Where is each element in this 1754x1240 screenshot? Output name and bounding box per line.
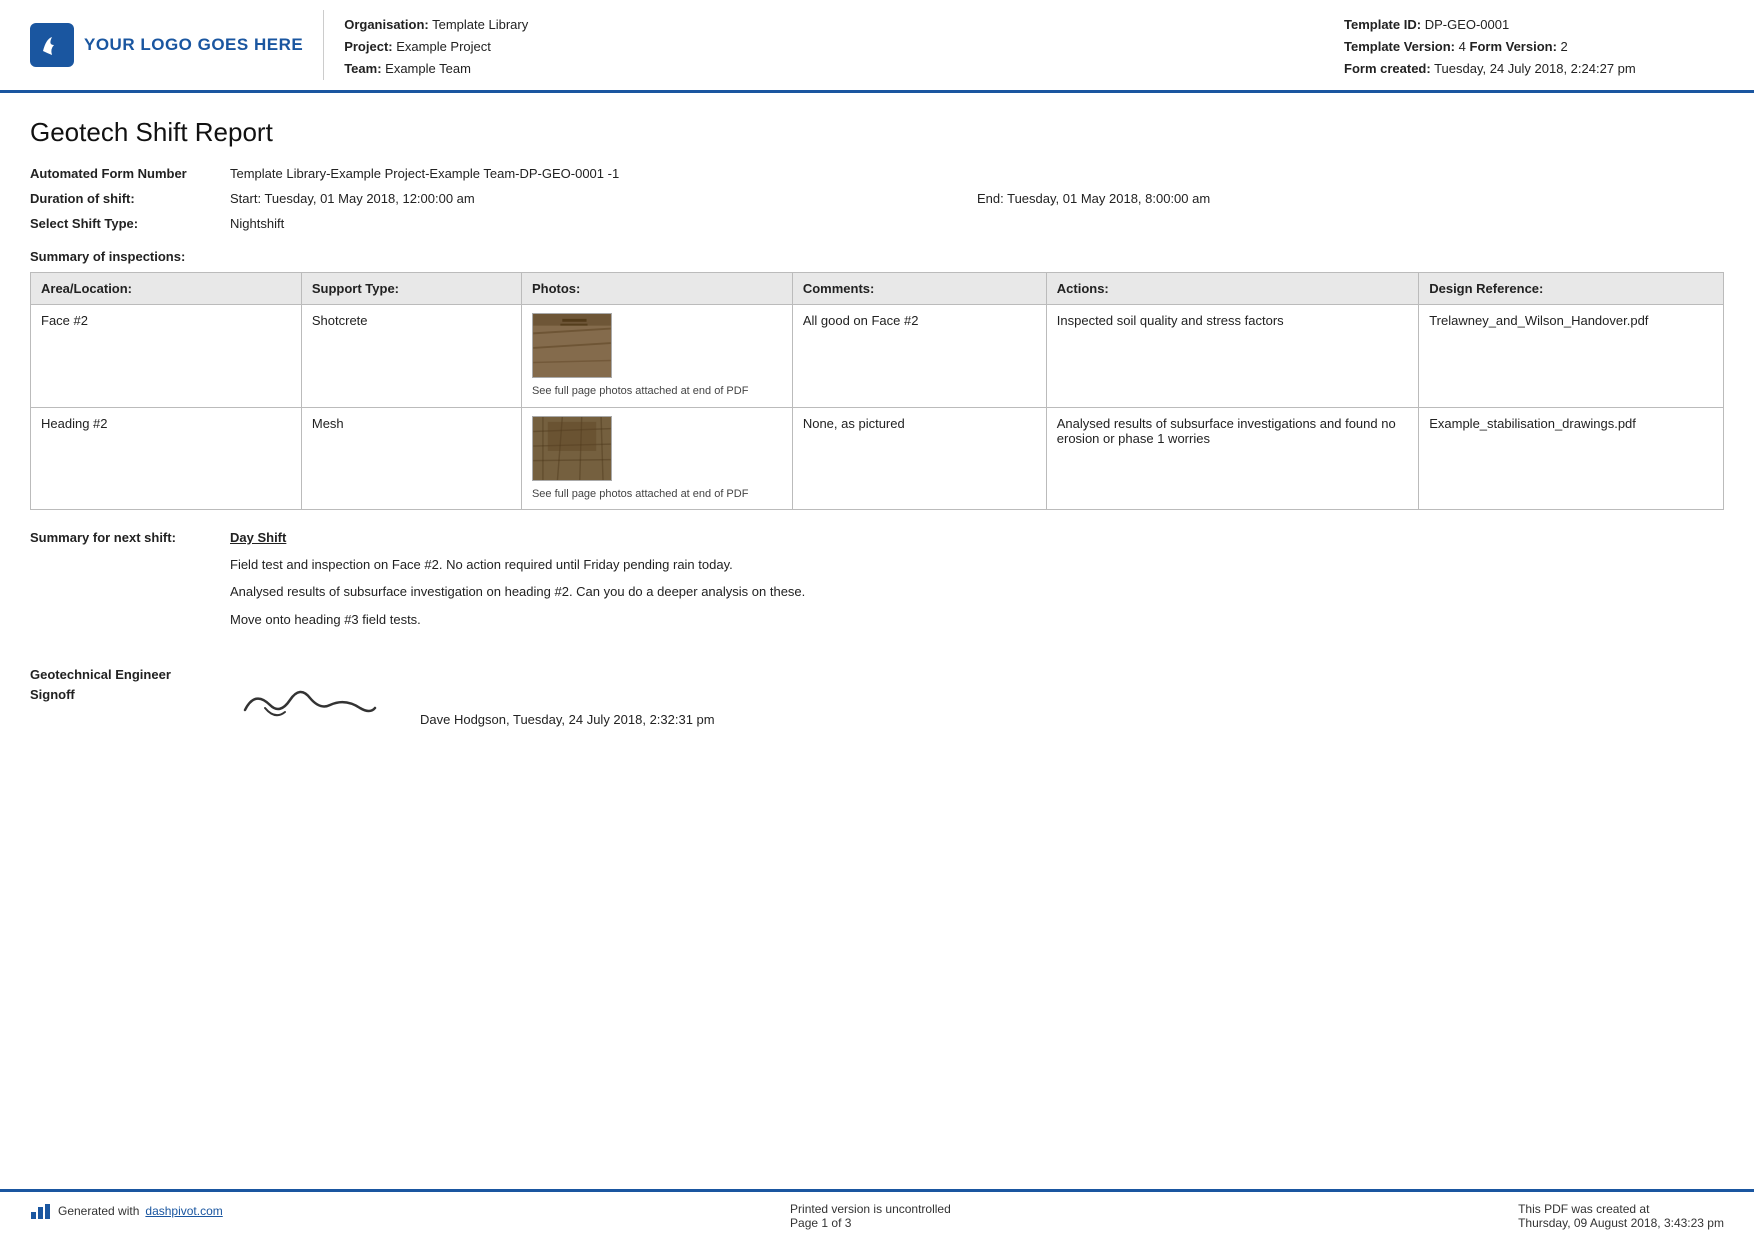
- project-row: Project: Example Project: [344, 36, 1344, 58]
- next-shift-row: Summary for next shift: Day Shift Field …: [30, 530, 1724, 638]
- header-meta-right: Template ID: DP-GEO-0001 Template Versio…: [1344, 14, 1724, 80]
- photo-container-1: See full page photos attached at end of …: [532, 313, 782, 398]
- duration-label: Duration of shift:: [30, 191, 230, 206]
- inspections-table: Area/Location: Support Type: Photos: Com…: [30, 272, 1724, 510]
- photo-caption-1: See full page photos attached at end of …: [532, 384, 748, 398]
- table-row: Heading #2 Mesh: [31, 407, 1724, 509]
- duration-end: End: Tuesday, 01 May 2018, 8:00:00 am: [977, 191, 1724, 206]
- comments-cell-2: None, as pictured: [792, 407, 1046, 509]
- footer-link[interactable]: dashpivot.com: [145, 1204, 222, 1218]
- next-shift-para-3: Move onto heading #3 field tests.: [230, 610, 1724, 630]
- signoff-name-date: Dave Hodgson, Tuesday, 24 July 2018, 2:3…: [420, 712, 715, 735]
- next-shift-label: Summary for next shift:: [30, 530, 230, 545]
- design-ref-cell-1: Trelawney_and_Wilson_Handover.pdf: [1419, 305, 1724, 407]
- footer-center: Printed version is uncontrolled Page 1 o…: [790, 1202, 951, 1230]
- shift-type-value: Nightshift: [230, 216, 1724, 231]
- automated-form-value: Template Library-Example Project-Example…: [230, 166, 1724, 181]
- photo-container-2: See full page photos attached at end of …: [532, 416, 782, 501]
- col-header-design: Design Reference:: [1419, 273, 1724, 305]
- col-header-photos: Photos:: [521, 273, 792, 305]
- signoff-section: Geotechnical Engineer Signoff Dave Hodgs…: [30, 665, 1724, 735]
- logo-text: YOUR LOGO GOES HERE: [84, 35, 303, 55]
- header-meta-left: Organisation: Template Library Project: …: [344, 14, 1344, 80]
- col-header-area: Area/Location:: [31, 273, 302, 305]
- automated-form-label: Automated Form Number: [30, 166, 230, 181]
- photo-thumb-1: [532, 313, 612, 378]
- organisation-row: Organisation: Template Library: [344, 14, 1344, 36]
- actions-cell-2: Analysed results of subsurface investiga…: [1046, 407, 1418, 509]
- photo-cell-1: See full page photos attached at end of …: [521, 305, 792, 407]
- main-content: Geotech Shift Report Automated Form Numb…: [0, 93, 1754, 835]
- next-shift-para-1: Field test and inspection on Face #2. No…: [230, 555, 1724, 575]
- dashpivot-icon: [30, 1202, 52, 1220]
- summary-heading: Summary of inspections:: [30, 249, 1724, 264]
- footer-left: Generated with dashpivot.com: [30, 1202, 223, 1220]
- signoff-label: Geotechnical Engineer Signoff: [30, 665, 230, 704]
- footer-right: This PDF was created at Thursday, 09 Aug…: [1518, 1202, 1724, 1230]
- next-shift-content: Day Shift Field test and inspection on F…: [230, 530, 1724, 638]
- header-meta: Organisation: Template Library Project: …: [344, 10, 1724, 80]
- actions-cell-1: Inspected soil quality and stress factor…: [1046, 305, 1418, 407]
- col-header-comments: Comments:: [792, 273, 1046, 305]
- shift-type-row: Select Shift Type: Nightshift: [30, 216, 1724, 231]
- footer-generated-text: Generated with: [58, 1204, 139, 1218]
- page-header: YOUR LOGO GOES HERE Organisation: Templa…: [0, 0, 1754, 93]
- shift-type-label: Select Shift Type:: [30, 216, 230, 231]
- comments-cell-1: All good on Face #2: [792, 305, 1046, 407]
- team-row: Team: Example Team: [344, 58, 1344, 80]
- page-footer: Generated with dashpivot.com Printed ver…: [0, 1189, 1754, 1240]
- template-id-row: Template ID: DP-GEO-0001: [1344, 14, 1724, 36]
- duration-value: Start: Tuesday, 01 May 2018, 12:00:00 am…: [230, 191, 1724, 206]
- signoff-signature: [230, 665, 390, 735]
- report-title: Geotech Shift Report: [30, 117, 1724, 148]
- support-cell-2: Mesh: [301, 407, 521, 509]
- area-cell-1: Face #2: [31, 305, 302, 407]
- design-ref-cell-2: Example_stabilisation_drawings.pdf: [1419, 407, 1724, 509]
- next-shift-section: Summary for next shift: Day Shift Field …: [30, 530, 1724, 638]
- col-header-support: Support Type:: [301, 273, 521, 305]
- next-shift-title: Day Shift: [230, 530, 1724, 545]
- duration-start: Start: Tuesday, 01 May 2018, 12:00:00 am: [230, 191, 977, 206]
- duration-row: Duration of shift: Start: Tuesday, 01 Ma…: [30, 191, 1724, 206]
- table-row: Face #2 Shotcrete: [31, 305, 1724, 407]
- photo-thumb-2: [532, 416, 612, 481]
- support-cell-1: Shotcrete: [301, 305, 521, 407]
- template-version-row: Template Version: 4 Form Version: 2: [1344, 36, 1724, 58]
- automated-form-row: Automated Form Number Template Library-E…: [30, 166, 1724, 181]
- form-created-row: Form created: Tuesday, 24 July 2018, 2:2…: [1344, 58, 1724, 80]
- next-shift-para-2: Analysed results of subsurface investiga…: [230, 582, 1724, 602]
- logo-icon: [30, 23, 74, 67]
- table-header-row: Area/Location: Support Type: Photos: Com…: [31, 273, 1724, 305]
- col-header-actions: Actions:: [1046, 273, 1418, 305]
- photo-cell-2: See full page photos attached at end of …: [521, 407, 792, 509]
- logo-section: YOUR LOGO GOES HERE: [30, 10, 324, 80]
- area-cell-2: Heading #2: [31, 407, 302, 509]
- photo-caption-2: See full page photos attached at end of …: [532, 487, 748, 501]
